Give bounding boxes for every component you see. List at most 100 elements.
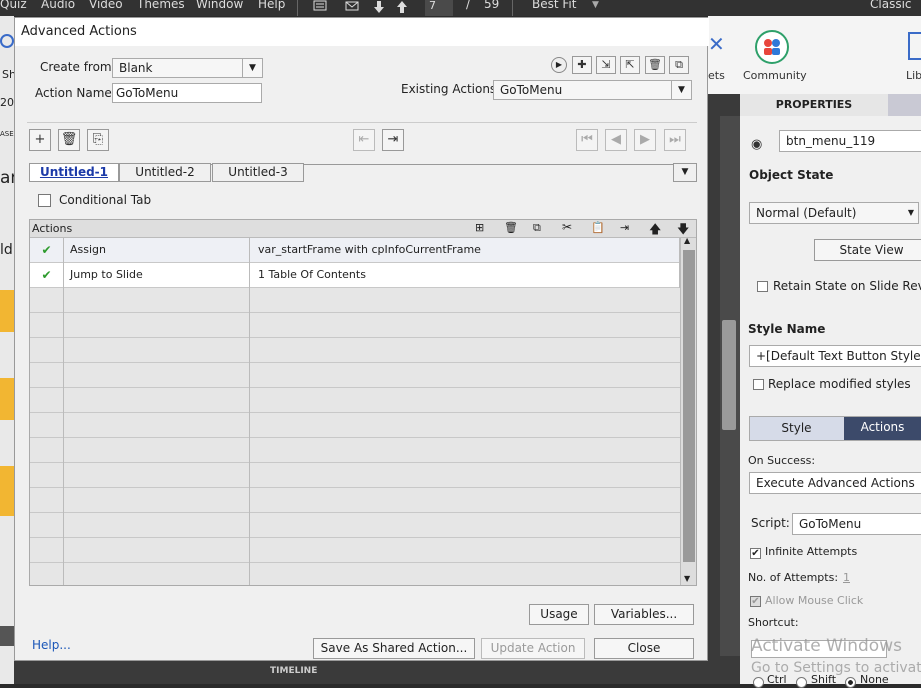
last-icon[interactable]: ⏭ — [664, 129, 686, 151]
empty-row[interactable] — [30, 438, 680, 463]
save-shared-action-button[interactable]: Save As Shared Action... — [313, 638, 475, 659]
zoom-fit-select[interactable]: Best Fit — [532, 0, 576, 11]
infinite-attempts-checkbox[interactable]: ✔ — [750, 548, 761, 559]
assets-icon[interactable]: ✕ — [708, 32, 725, 60]
empty-row[interactable] — [30, 513, 680, 538]
style-name-field[interactable]: +[Default Text Button Style] — [749, 345, 921, 367]
copy-decision-icon[interactable]: ⎘ — [87, 129, 109, 151]
paste-icon[interactable]: 📋 — [591, 221, 605, 234]
move-right-icon[interactable]: ⇥ — [382, 129, 404, 151]
tab-style[interactable]: Style — [750, 417, 843, 440]
empty-row[interactable] — [30, 338, 680, 363]
on-success-select[interactable]: Execute Advanced Actions — [749, 472, 921, 494]
shift-radio[interactable] — [796, 677, 807, 688]
table-row[interactable]: ✔ Jump to Slide 1 Table Of Contents — [30, 263, 680, 288]
tab-actions[interactable]: Actions — [844, 417, 921, 440]
import-icon[interactable]: ⇲ — [596, 56, 616, 74]
duplicate-icon[interactable]: ⧉ — [669, 56, 689, 74]
current-slide-field[interactable]: 7 — [425, 0, 453, 16]
menu-audio[interactable]: Audio — [41, 0, 75, 11]
object-state-label: Object State — [749, 168, 834, 182]
empty-row[interactable] — [30, 288, 680, 313]
empty-row[interactable] — [30, 363, 680, 388]
ctrl-radio[interactable] — [753, 677, 764, 688]
arrow-down-icon[interactable] — [373, 0, 385, 17]
community-icon[interactable] — [755, 30, 789, 64]
empty-row[interactable] — [30, 538, 680, 563]
action-name-input[interactable]: GoToMenu — [112, 83, 262, 103]
tab-untitled-1[interactable]: Untitled-1 — [29, 163, 119, 182]
scroll-down-icon[interactable]: ▼ — [684, 574, 690, 583]
total-slides: 59 — [484, 0, 500, 11]
close-button[interactable]: Close — [594, 638, 694, 659]
empty-row[interactable] — [30, 563, 680, 585]
conditional-tab-checkbox[interactable] — [38, 194, 51, 207]
delete-action-icon[interactable]: 🗑 — [504, 221, 518, 234]
add-icon[interactable]: ✚ — [572, 56, 592, 74]
tab-next[interactable] — [888, 94, 921, 116]
grid-scrollbar-thumb[interactable] — [683, 250, 695, 562]
next-icon[interactable]: ▶ — [634, 129, 656, 151]
grid-scrollbar[interactable]: ▲ ▼ — [680, 236, 696, 585]
empty-row[interactable] — [30, 463, 680, 488]
menu-video[interactable]: Video — [89, 0, 123, 11]
slide-icon[interactable] — [313, 0, 327, 15]
menu-themes[interactable]: Themes — [137, 0, 185, 11]
move-left-icon[interactable]: ⇤ — [353, 129, 375, 151]
allow-mouse-checkbox[interactable]: ✔ — [750, 596, 761, 607]
timeline-label[interactable]: TIMELINE — [270, 666, 317, 676]
arrow-up-icon[interactable] — [396, 0, 408, 17]
workspace-select[interactable]: Classic — [870, 0, 912, 11]
allow-mouse-label: Allow Mouse Click — [765, 594, 864, 607]
export-icon[interactable]: ⇱ — [620, 56, 640, 74]
update-action-button[interactable]: Update Action — [481, 638, 585, 659]
delete-decision-icon[interactable]: 🗑 — [58, 129, 80, 151]
menu-quiz[interactable]: Quiz — [0, 0, 27, 11]
empty-row[interactable] — [30, 413, 680, 438]
assets-label[interactable]: ets — [708, 69, 725, 82]
advanced-actions-dialog: Advanced Actions Create from: Blank ▼ Ac… — [14, 17, 709, 661]
add-decision-icon[interactable]: + — [29, 129, 51, 151]
tab-untitled-3[interactable]: Untitled-3 — [212, 163, 304, 182]
preview-icon[interactable]: ▶ — [551, 57, 567, 73]
menu-help[interactable]: Help — [258, 0, 285, 11]
eye-icon[interactable]: ◉ — [751, 137, 762, 152]
usage-button[interactable]: Usage — [529, 604, 589, 625]
state-view-button[interactable]: State View — [814, 239, 921, 261]
object-state-select[interactable]: Normal (Default) ▼ — [749, 202, 919, 224]
variables-button[interactable]: Variables... — [594, 604, 694, 625]
table-row[interactable]: ✔ Assign var_startFrame with cpInfoCurre… — [30, 238, 680, 263]
retain-state-checkbox[interactable] — [757, 281, 768, 292]
tab-untitled-2[interactable]: Untitled-2 — [119, 163, 211, 182]
top-toolbar-right: ✕ ets Community Lib — [708, 16, 921, 94]
object-name-field[interactable]: btn_menu_119 — [779, 130, 921, 152]
replace-styles-checkbox[interactable] — [753, 379, 764, 390]
chevron-down-icon[interactable]: ▼ — [592, 0, 599, 10]
existing-actions-select[interactable]: GoToMenu ▼ — [493, 80, 692, 100]
first-icon[interactable]: ⏮ — [576, 129, 598, 151]
stage-scrollbar-thumb[interactable] — [722, 320, 736, 430]
previous-icon[interactable]: ◀ — [605, 129, 627, 151]
menu-window[interactable]: Window — [196, 0, 243, 11]
none-radio[interactable] — [845, 677, 856, 688]
empty-row[interactable] — [30, 313, 680, 338]
script-select[interactable]: GoToMenu — [792, 513, 921, 535]
scroll-up-icon[interactable]: ▲ — [684, 236, 690, 245]
tab-properties[interactable]: PROPERTIES — [740, 94, 888, 116]
indent-icon[interactable]: ⇥ — [620, 221, 629, 234]
chevron-down-icon: ▼ — [907, 208, 914, 217]
empty-row[interactable] — [30, 388, 680, 413]
community-label[interactable]: Community — [743, 69, 807, 82]
library-label[interactable]: Lib — [906, 69, 921, 82]
library-icon[interactable] — [908, 32, 921, 60]
insert-action-icon[interactable]: ⊞ — [475, 221, 484, 234]
delete-icon[interactable]: 🗑 — [645, 56, 665, 74]
create-from-select[interactable]: Blank ▼ — [112, 58, 263, 78]
cut-icon[interactable]: ✂ — [562, 220, 572, 234]
mail-icon[interactable] — [345, 0, 359, 15]
empty-row[interactable] — [30, 488, 680, 513]
copy-action-icon[interactable]: ⧉ — [533, 221, 541, 235]
tab-list-dropdown[interactable]: ▼ — [673, 163, 697, 182]
help-link[interactable]: Help... — [32, 638, 71, 652]
attempts-field[interactable]: 1 — [843, 571, 850, 584]
